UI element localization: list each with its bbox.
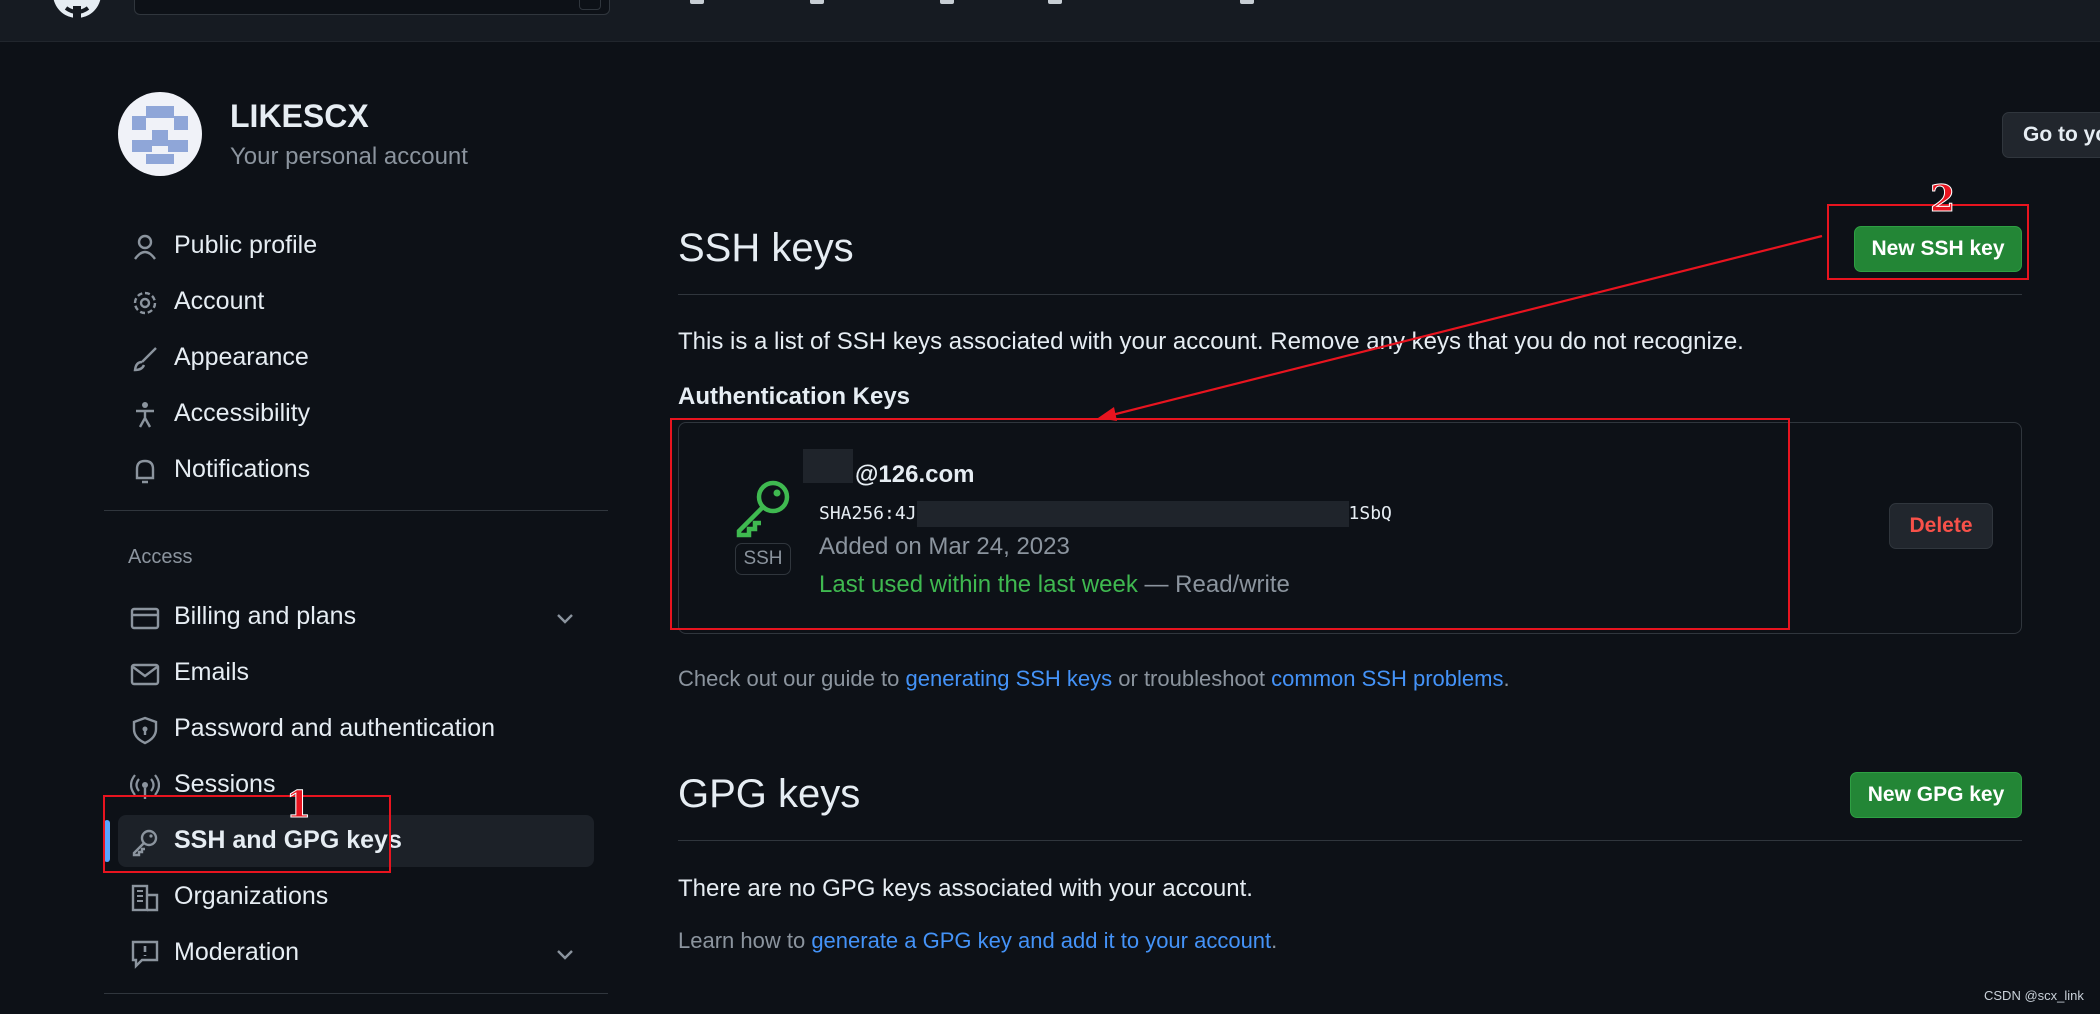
generating-ssh-keys-link[interactable]: generating SSH keys [905,666,1112,691]
sidebar-item-moderation[interactable]: Moderation [118,927,594,979]
new-gpg-key-button[interactable]: New GPG key [1850,772,2022,818]
report-icon [131,940,159,969]
sidebar-item-label: Moderation [174,938,300,966]
username[interactable]: LIKESCX [230,98,369,135]
access-heading: Access [128,546,193,568]
nav-link-codespaces[interactable] [940,0,954,4]
sidebar-divider [104,993,608,994]
sidebar-item-label: Organizations [174,882,329,910]
sidebar-item-label: Accessibility [174,399,311,427]
sidebar-item-password-authentication[interactable]: Password and authentication [118,703,594,755]
nav-link-pulls[interactable] [690,0,704,4]
delete-key-button[interactable]: Delete [1889,503,1993,549]
credit-card-icon [130,607,160,630]
sidebar-item-organizations[interactable]: Organizations [118,871,594,923]
avatar[interactable] [118,92,202,176]
sidebar-item-notifications[interactable]: Notifications [118,444,594,496]
authentication-keys-heading: Authentication Keys [678,383,911,410]
sidebar-item-label: Public profile [174,231,318,259]
annotation-box-step1 [103,795,391,873]
gpg-learn-text: Learn how to generate a GPG key and add … [678,928,1278,953]
github-settings-page: LIKESCX Your personal account Go to yo P… [0,0,2100,1014]
annotation-step1: 1 [285,784,312,827]
sidebar-item-public-profile[interactable]: Public profile [118,220,594,272]
organization-icon [131,884,159,912]
ssh-keys-title: SSH keys [678,226,854,270]
ssh-guide-text: Check out our guide to generating SSH ke… [678,666,1510,691]
sidebar-item-emails[interactable]: Emails [118,647,594,699]
sidebar-divider [104,510,608,511]
sidebar-item-appearance[interactable]: Appearance [118,332,594,384]
chevron-down-icon[interactable] [554,943,576,965]
gpg-empty-message: There are no GPG keys associated with yo… [678,875,1253,902]
ssh-description: This is a list of SSH keys associated wi… [678,328,1744,355]
person-icon [134,234,156,260]
sidebar-item-label: Notifications [174,455,311,483]
mail-icon [130,663,160,686]
slash-shortcut-icon [579,0,601,10]
sidebar-item-label: Appearance [174,343,309,371]
watermark: CSDN @scx_link [1984,988,2084,1003]
sidebar-item-accessibility[interactable]: Accessibility [118,388,594,440]
sidebar-item-account[interactable]: Account [118,276,594,328]
account-type-label: Your personal account [230,143,468,170]
annotation-step2: 2 [1929,178,1956,221]
github-logo-icon[interactable] [48,0,106,22]
gpg-keys-title: GPG keys [678,772,861,816]
gear-icon [133,291,157,315]
chevron-down-icon[interactable] [554,607,576,629]
nav-link-explore[interactable] [1240,0,1254,4]
annotation-box-step2 [1827,204,2029,280]
sidebar-item-label: Account [174,287,265,315]
bell-icon [135,459,155,484]
gpg-divider [678,840,2022,841]
go-to-profile-button[interactable]: Go to yo [2002,112,2100,158]
annotation-box-key [670,418,1790,630]
top-header [0,0,2100,42]
paintbrush-icon [133,347,157,372]
generate-gpg-key-link[interactable]: generate a GPG key and add it to your ac… [811,928,1271,953]
sidebar-item-label: Emails [174,658,250,686]
sidebar-item-label: Password and authentication [174,714,496,742]
shield-lock-icon [132,716,158,745]
common-ssh-problems-link[interactable]: common SSH problems [1271,666,1503,691]
nav-link-issues[interactable] [810,0,824,4]
search-input[interactable] [134,0,610,15]
nav-link-marketplace[interactable] [1048,0,1062,4]
sidebar-item-label: Billing and plans [174,602,357,630]
sidebar-item-billing[interactable]: Billing and plans [118,591,594,643]
ssh-divider [678,294,2022,295]
accessibility-icon [136,402,154,428]
